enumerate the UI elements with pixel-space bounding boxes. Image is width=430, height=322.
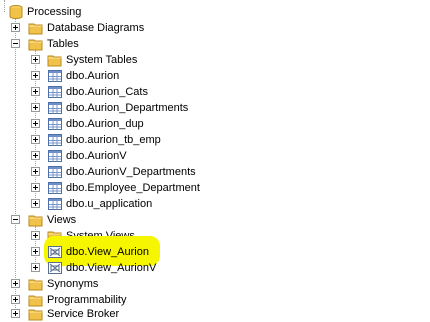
folder-icon — [28, 276, 44, 292]
tree-node-table[interactable]: dbo.Aurion_Departments — [0, 100, 430, 116]
expand-icon[interactable] — [31, 263, 40, 272]
expand-icon[interactable] — [31, 247, 40, 256]
expand-icon[interactable] — [31, 231, 40, 240]
tree-node-database-diagrams[interactable]: Database Diagrams — [0, 20, 430, 36]
tree-node-table[interactable]: dbo.Aurion — [0, 68, 430, 84]
table-icon — [47, 100, 63, 116]
table-icon — [47, 196, 63, 212]
table-icon — [47, 84, 63, 100]
view-icon — [47, 244, 63, 260]
view-label: dbo.View_Aurion — [66, 246, 149, 258]
table-icon — [47, 132, 63, 148]
expand-icon[interactable] — [11, 279, 20, 288]
expand-icon[interactable] — [31, 135, 40, 144]
tree-node-tables[interactable]: Tables — [0, 36, 430, 52]
expand-icon[interactable] — [31, 87, 40, 96]
tree-node-views[interactable]: Views — [0, 212, 430, 228]
collapse-icon[interactable] — [11, 39, 20, 48]
folder-label: System Tables — [66, 54, 138, 66]
database-icon — [8, 4, 24, 20]
folder-label: Programmability — [47, 294, 127, 306]
tree-node-table[interactable]: dbo.Aurion_Cats — [0, 84, 430, 100]
table-label: dbo.Aurion — [66, 70, 120, 82]
table-label: dbo.AurionV — [66, 150, 127, 162]
folder-icon — [28, 306, 44, 322]
expand-icon[interactable] — [11, 309, 20, 318]
view-label: dbo.View_AurionV — [66, 262, 157, 274]
expand-icon[interactable] — [11, 23, 20, 32]
expand-icon[interactable] — [31, 103, 40, 112]
tree-node-table[interactable]: dbo.u_application — [0, 196, 430, 212]
tree-node-table[interactable]: dbo.AurionV — [0, 148, 430, 164]
folder-icon — [28, 212, 44, 228]
expand-icon[interactable] — [31, 71, 40, 80]
table-icon — [47, 68, 63, 84]
tree-node-table[interactable]: dbo.aurion_tb_emp — [0, 132, 430, 148]
tree-node-table[interactable]: dbo.AurionV_Departments — [0, 164, 430, 180]
table-icon — [47, 180, 63, 196]
tree-node-service-broker[interactable]: Service Broker — [0, 306, 430, 322]
table-label: dbo.AurionV_Departments — [66, 166, 196, 178]
table-label: dbo.aurion_tb_emp — [66, 134, 161, 146]
folder-label: Synonyms — [47, 278, 99, 290]
expand-icon[interactable] — [31, 119, 40, 128]
expand-icon[interactable] — [31, 55, 40, 64]
table-label: dbo.Aurion_Cats — [66, 86, 148, 98]
table-icon — [47, 116, 63, 132]
expand-icon[interactable] — [31, 167, 40, 176]
database-label: Processing — [27, 6, 82, 18]
folder-label: Views — [47, 214, 77, 226]
expand-icon[interactable] — [11, 295, 20, 304]
table-label: dbo.Aurion_dup — [66, 118, 144, 130]
expand-icon[interactable] — [31, 183, 40, 192]
folder-label: Database Diagrams — [47, 22, 145, 34]
table-label: dbo.Employee_Department — [66, 182, 200, 194]
folder-label: Tables — [47, 38, 79, 50]
table-label: dbo.u_application — [66, 198, 153, 210]
tree-node-view[interactable]: dbo.View_AurionV — [0, 260, 430, 276]
table-icon — [47, 164, 63, 180]
tree-node-system-tables[interactable]: System Tables — [0, 52, 430, 68]
view-icon — [47, 260, 63, 276]
tree-node-table[interactable]: dbo.Aurion_dup — [0, 116, 430, 132]
expand-icon[interactable] — [31, 199, 40, 208]
tree-node-database[interactable]: Processing — [0, 4, 430, 20]
tree-node-view[interactable]: dbo.View_Aurion — [0, 244, 430, 260]
table-label: dbo.Aurion_Departments — [66, 102, 189, 114]
table-icon — [47, 148, 63, 164]
folder-icon — [47, 52, 63, 68]
folder-icon — [28, 20, 44, 36]
tree-node-table[interactable]: dbo.Employee_Department — [0, 180, 430, 196]
tree-node-synonyms[interactable]: Synonyms — [0, 276, 430, 292]
expand-icon[interactable] — [31, 151, 40, 160]
folder-icon — [28, 36, 44, 52]
collapse-icon[interactable] — [11, 215, 20, 224]
folder-label: Service Broker — [47, 308, 120, 320]
